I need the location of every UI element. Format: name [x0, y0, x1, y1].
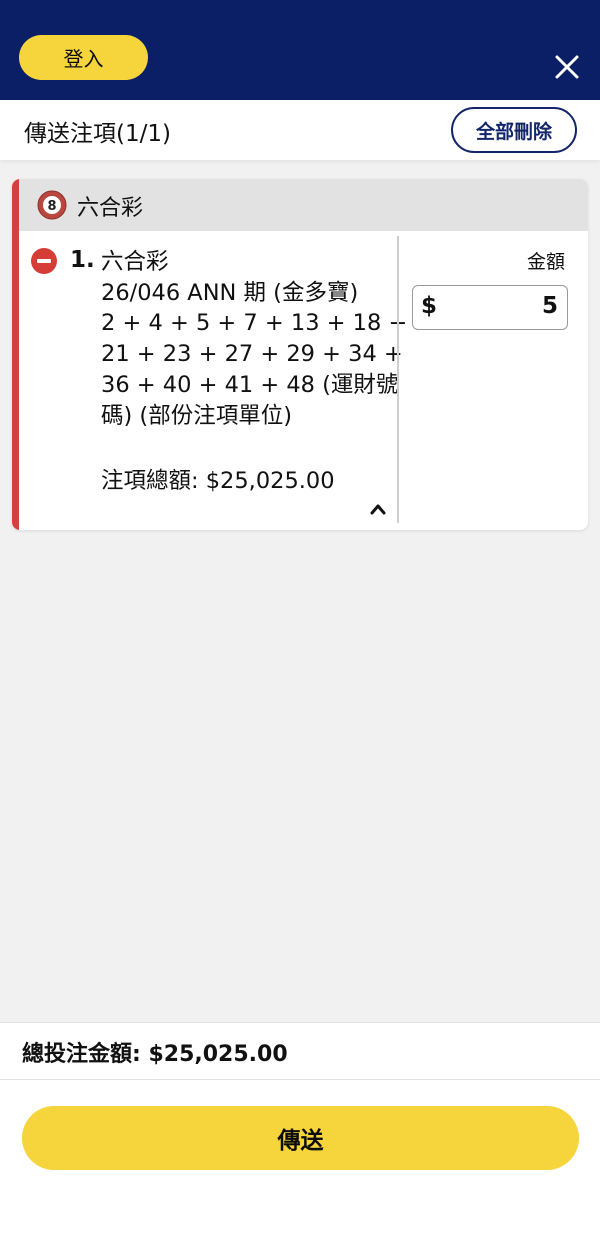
bet-line: 碼) (部份注項單位): [101, 402, 292, 429]
bet-line: 26/046 ANN 期 (金多寶): [101, 279, 359, 306]
bet-card: 8 六合彩 1. 六合彩 26/046 ANN 期 (金多寶) 2 + 4 + …: [12, 179, 588, 530]
total-amount: 總投注金額: $25,025.00: [22, 1042, 288, 1067]
top-bar: 登入: [0, 0, 600, 100]
game-name: 六合彩: [77, 196, 144, 221]
send-button[interactable]: 傳送: [22, 1106, 579, 1170]
login-button[interactable]: 登入: [19, 35, 148, 80]
chevron-up-icon[interactable]: [368, 501, 388, 517]
bet-card-header: 8 六合彩: [19, 179, 588, 231]
lottery-ball-icon: 8: [37, 190, 67, 220]
close-icon[interactable]: [548, 50, 586, 84]
amount-label: 金額: [527, 251, 566, 273]
delete-all-button[interactable]: 全部刪除: [451, 107, 577, 153]
card-accent-bar: [12, 179, 19, 530]
bet-details: 六合彩 26/046 ANN 期 (金多寶) 2 + 4 + 5 + 7 + 1…: [101, 247, 408, 431]
amount-input[interactable]: $ 5: [412, 285, 568, 330]
svg-text:8: 8: [47, 199, 56, 214]
total-bar: 總投注金額: $25,025.00: [0, 1022, 600, 1080]
currency-symbol: $: [421, 293, 438, 319]
bet-line: 六合彩: [101, 249, 169, 275]
bet-line: 21 + 23 + 27 + 29 + 34 +: [101, 341, 403, 368]
page-title: 傳送注項(1/1): [24, 121, 171, 147]
bet-line: 36 + 40 + 41 + 48 (運財號: [101, 371, 399, 398]
card-divider: [397, 236, 399, 523]
bet-index: 1.: [70, 247, 95, 273]
bet-line: 2 + 4 + 5 + 7 + 13 + 18 +: [101, 310, 408, 337]
amount-value: 5: [541, 293, 558, 319]
bet-slip-screen: 登入 傳送注項(1/1) 全部刪除 8 六合彩 1. 六合彩 26/046 AN…: [0, 0, 600, 1235]
bet-total: 注項總額: $25,025.00: [101, 468, 335, 494]
remove-bet-icon[interactable]: [31, 248, 57, 274]
